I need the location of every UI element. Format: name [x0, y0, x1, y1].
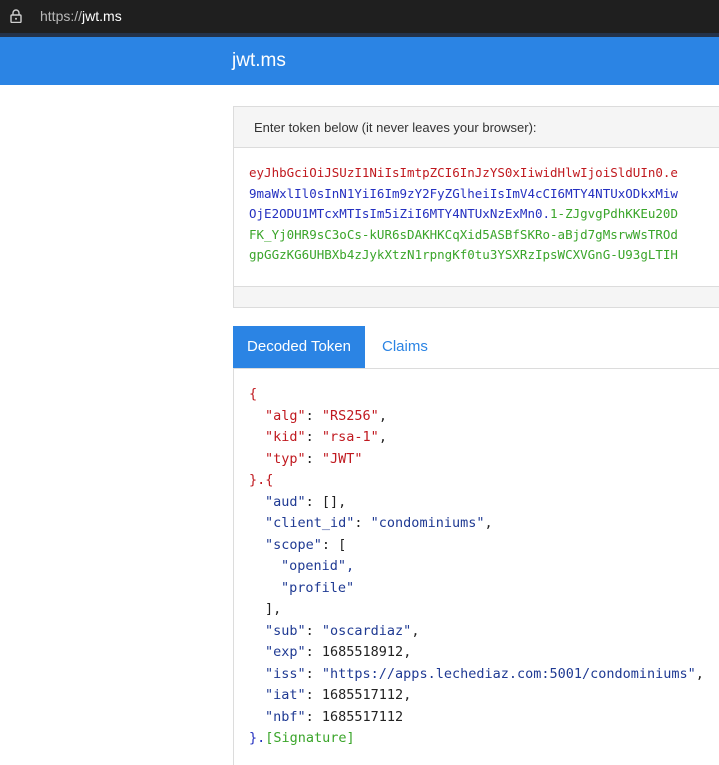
json-key: "iss"	[265, 665, 306, 682]
json-header-field: "kid": "rsa-1",	[265, 429, 387, 445]
json-scope-item: "openid",	[281, 558, 355, 574]
url-scheme: https://	[40, 8, 83, 24]
token-line: OjE2ODU1MTcxMTIsIm5iZiI6MTY4NTUxNzExMn0.…	[249, 204, 678, 225]
json-header-field: "alg": "RS256",	[265, 407, 387, 424]
json-exp-line: "exp": 1685518912,	[265, 644, 412, 660]
json-header-field: "typ": "JWT"	[265, 450, 363, 467]
browser-address-bar[interactable]: https://jwt.ms	[0, 0, 719, 33]
signature-label: [Signature]	[265, 730, 355, 746]
json-value: "condominiums"	[370, 515, 485, 531]
json-aud-line: "aud": [],	[265, 493, 347, 510]
json-value: 1685518912	[321, 644, 404, 660]
json-iat-line: "iat": 1685517112,	[265, 687, 412, 703]
json-key: "client_id"	[265, 515, 355, 531]
token-segment: 9maWxlIl0sInN1YiI6Im9zY2FyZGlheiIsImV4cC…	[249, 185, 678, 201]
token-line: 9maWxlIl0sInN1YiI6Im9zY2FyZGlheiIsImV4cC…	[249, 184, 678, 205]
json-key: "alg"	[265, 407, 306, 424]
json-scope-item: "profile"	[281, 579, 355, 596]
json-value: []	[321, 493, 339, 510]
json-punct: ,	[378, 407, 387, 424]
token-segment: eyJhbGciOiJSUzI1NiIsImtpZCI6InJzYS0xIiwi…	[249, 165, 678, 180]
tab-bar: Decoded Token Claims	[233, 326, 719, 369]
header-close-brace: }.{	[249, 472, 274, 488]
tab-decoded-token[interactable]: Decoded Token	[233, 326, 365, 368]
json-key: "typ"	[265, 450, 306, 467]
token-line: FK_Yj0HR9sC3oCs-kUR6sDAKHKCqXid5ASBfSKRo…	[249, 225, 678, 246]
json-value: "RS256"	[321, 407, 379, 424]
token-line: gpGGzKG6UHBXb4zJykXtzN1rpngKf0tu3YSXRzIp…	[249, 245, 678, 266]
json-key: "scope"	[265, 536, 322, 553]
json-client-id-line: "client_id": "condominiums",	[265, 515, 493, 531]
json-scope-line: "scope": [	[265, 536, 347, 553]
json-nbf-line: "nbf": 1685517112	[265, 708, 404, 725]
payload-close-brace: }.	[249, 730, 266, 746]
json-header-open: {	[249, 386, 258, 402]
json-key: "sub"	[265, 622, 306, 639]
json-bracket: [	[338, 536, 347, 553]
brand-title[interactable]: jwt.ms	[232, 50, 286, 72]
token-panel-label: Enter token below (it never leaves your …	[254, 120, 537, 135]
json-header-close: }.{	[249, 470, 704, 492]
token-segment: FK_Yj0HR9sC3oCs-kUR6sDAKHKCqXid5ASBfSKRo…	[249, 226, 678, 242]
json-key: "iat"	[265, 687, 306, 703]
token-segment: 1-ZJgvgPdhKKEu20D	[550, 206, 678, 221]
token-input[interactable]: eyJhbGciOiJSUzI1NiIsImtpZCI6InJzYS0xIiwi…	[249, 163, 678, 266]
json-value: "JWT"	[321, 450, 363, 467]
site-header: jwt.ms	[0, 37, 719, 85]
json-value: "rsa-1"	[321, 429, 379, 445]
tab-claims[interactable]: Claims	[382, 326, 428, 368]
json-value: "https://apps.lechediaz.com:5001/condomi…	[321, 665, 696, 682]
json-key: "kid"	[265, 429, 306, 445]
json-footer: }.[Signature]	[249, 728, 704, 750]
token-panel-footer	[234, 286, 719, 307]
json-punct: ,	[378, 429, 387, 445]
decoded-token-view: { "alg": "RS256", "kid": "rsa-1", "typ": "…	[233, 368, 719, 765]
json-value: 1685517112	[321, 687, 404, 703]
json-scope-close: ],	[265, 601, 282, 617]
json-sub-line: "sub": "oscardiaz",	[265, 622, 420, 639]
decoded-json: { "alg": "RS256", "kid": "rsa-1", "typ": "…	[249, 384, 704, 750]
lock-icon	[10, 9, 22, 23]
token-panel-header: Enter token below (it never leaves your …	[234, 107, 719, 148]
json-key: "nbf"	[265, 708, 306, 725]
json-value: 1685517112	[321, 708, 404, 725]
json-key: "aud"	[265, 493, 306, 510]
token-line: eyJhbGciOiJSUzI1NiIsImtpZCI6InJzYS0xIiwi…	[249, 163, 678, 184]
json-value: "oscardiaz"	[321, 622, 412, 639]
token-segment: gpGGzKG6UHBXb4zJykXtzN1rpngKf0tu3YSXRzIp…	[249, 247, 678, 262]
url-text[interactable]: https://jwt.ms	[40, 8, 122, 24]
token-segment: OjE2ODU1MTcxMTIsIm5iZiI6MTY4NTUxNzExMn0.	[249, 206, 551, 221]
url-host: jwt.ms	[82, 8, 122, 24]
json-key: "exp"	[265, 644, 306, 660]
json-iss-line: "iss": "https://apps.lechediaz.com:5001/…	[265, 665, 704, 682]
token-panel: Enter token below (it never leaves your …	[233, 106, 719, 308]
